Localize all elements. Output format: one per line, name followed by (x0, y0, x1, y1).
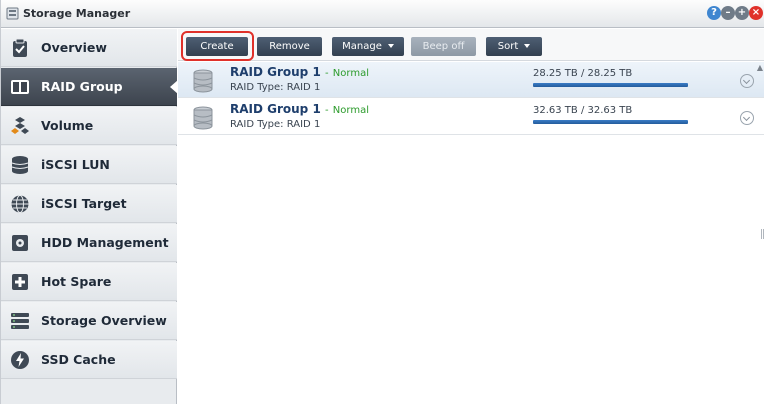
remove-button[interactable]: Remove (257, 37, 322, 56)
sort-dropdown-button[interactable]: Sort (486, 37, 542, 56)
sidebar-item-iscsi-target[interactable]: iSCSI Target (1, 185, 177, 223)
sidebar-item-hot-spare[interactable]: Hot Spare (1, 263, 177, 301)
raid-type: RAID Type: RAID 1 (230, 82, 321, 93)
status-badge: Normal (332, 68, 369, 79)
sort-label: Sort (497, 41, 519, 52)
beep-off-label: Beep off (422, 41, 465, 52)
sidebar-item-label: Storage Overview (41, 313, 167, 328)
expand-chevron-icon[interactable] (740, 74, 754, 88)
sidebar-item-iscsi-lun[interactable]: iSCSI LUN (1, 146, 177, 184)
raid-group-icon (11, 80, 29, 94)
active-indicator (170, 80, 178, 94)
sidebar-item-label: RAID Group (41, 79, 123, 94)
sidebar-item-label: iSCSI Target (41, 196, 127, 211)
beep-off-button[interactable]: Beep off (411, 37, 476, 56)
sidebar-item-raid-group[interactable]: RAID Group (1, 68, 178, 106)
create-label: Create (200, 41, 234, 52)
capacity-text: 32.63 TB / 32.63 TB (533, 105, 633, 116)
expand-chevron-icon[interactable] (740, 111, 754, 125)
disk-stack-icon (193, 106, 213, 130)
globe-icon (11, 195, 29, 213)
hdd-icon (12, 235, 28, 251)
raid-group-name: RAID Group 1 - Normal (230, 65, 369, 79)
chevron-down-icon (387, 44, 394, 48)
help-icon[interactable]: ? (707, 6, 721, 20)
sidebar-item-label: Overview (41, 40, 107, 55)
hot-spare-icon (12, 274, 28, 290)
status-badge: Normal (332, 105, 369, 116)
sidebar-item-label: SSD Cache (41, 352, 116, 367)
raid-group-row[interactable]: RAID Group 1 - Normal RAID Type: RAID 1 … (178, 99, 764, 135)
create-button[interactable]: Create (186, 37, 248, 56)
minimize-icon[interactable]: – (721, 6, 735, 20)
sidebar-item-label: iSCSI LUN (41, 157, 110, 172)
remove-label: Remove (269, 41, 310, 52)
clipboard-check-icon (13, 38, 27, 57)
disk-stack-icon (193, 69, 213, 93)
main-panel: Create Remove Manage Beep off Sort RAID … (178, 29, 764, 404)
capacity-bar (533, 120, 688, 124)
sidebar-item-volume[interactable]: Volume (1, 107, 177, 145)
iscsi-lun-icon (11, 156, 29, 174)
scroll-up-arrow-icon[interactable]: ▲ (757, 63, 763, 72)
sidebar-item-ssd-cache[interactable]: SSD Cache (1, 341, 177, 379)
volume-icon (11, 117, 29, 134)
title-bar: Storage Manager ? – + × (1, 0, 764, 28)
raid-type: RAID Type: RAID 1 (230, 119, 321, 130)
sidebar-item-label: Volume (41, 118, 94, 133)
chevron-down-icon (524, 44, 531, 48)
capacity-bar (533, 83, 688, 87)
close-icon[interactable]: × (749, 6, 763, 20)
toolbar: Create Remove Manage Beep off Sort (178, 29, 764, 61)
sidebar-item-overview[interactable]: Overview (1, 29, 177, 67)
capacity-text: 28.25 TB / 28.25 TB (533, 68, 633, 79)
capacity-bar-fill (533, 83, 688, 87)
sidebar-item-storage-overview[interactable]: Storage Overview (1, 302, 177, 340)
manage-dropdown-button[interactable]: Manage (332, 37, 404, 56)
raid-group-row[interactable]: RAID Group 1 - Normal RAID Type: RAID 1 … (178, 62, 764, 98)
capacity-bar-fill (533, 120, 688, 124)
raid-group-name: RAID Group 1 - Normal (230, 102, 369, 116)
sidebar-item-label: HDD Management (41, 235, 169, 250)
maximize-icon[interactable]: + (735, 6, 749, 20)
sidebar-item-label: Hot Spare (41, 274, 112, 289)
manage-label: Manage (342, 41, 382, 52)
storage-manager-window: Storage Manager ? – + × Overview RAID Gr… (0, 0, 764, 404)
sidebar-item-hdd-management[interactable]: HDD Management (1, 224, 177, 262)
rack-icon (11, 313, 29, 329)
window-title: Storage Manager (23, 7, 131, 20)
sidebar: Overview RAID Group Volume iSCSI LUN iSC… (1, 29, 178, 404)
lightning-icon (11, 351, 29, 369)
storage-manager-app-icon (6, 7, 19, 20)
